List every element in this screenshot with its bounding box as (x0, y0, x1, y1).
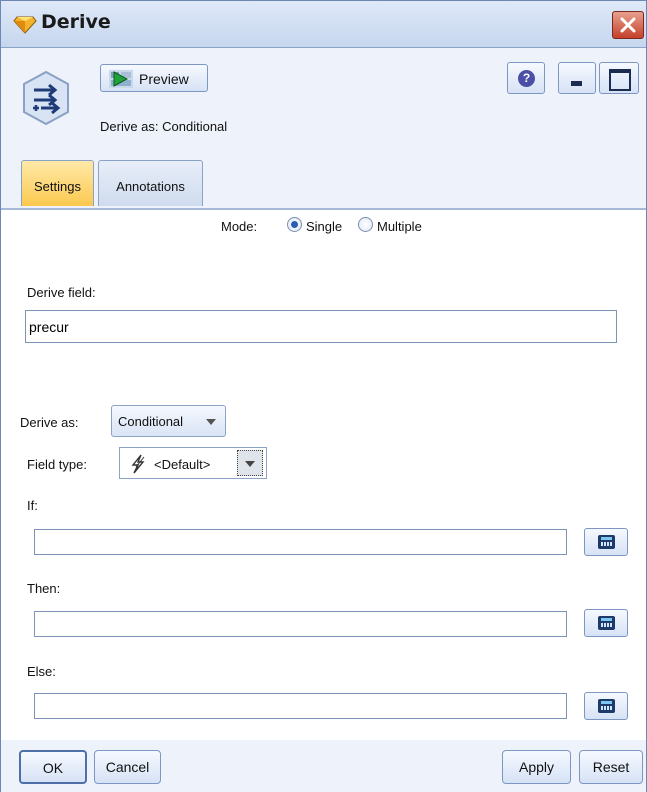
then-input[interactable] (35, 612, 566, 636)
mode-single-radio[interactable] (287, 217, 302, 232)
calculator-icon (598, 699, 615, 713)
button-bar: OK Cancel Apply Reset (1, 740, 646, 792)
title-bar[interactable]: Derive (1, 1, 646, 48)
help-button[interactable]: ? (507, 62, 545, 94)
preview-label: Preview (139, 71, 189, 87)
maximize-icon (609, 69, 631, 91)
ok-label: OK (42, 760, 64, 776)
chevron-down-icon (206, 419, 216, 425)
close-button[interactable] (612, 11, 644, 39)
if-label: If: (27, 498, 38, 513)
derive-node-icon (23, 70, 69, 126)
if-input-wrap (34, 529, 567, 555)
calculator-icon (598, 535, 615, 549)
else-label: Else: (27, 664, 56, 679)
preview-icon (109, 70, 133, 88)
derive-as-dropdown[interactable]: Conditional (111, 405, 226, 437)
derive-field-input[interactable] (26, 311, 616, 342)
minimize-icon (571, 81, 582, 86)
maximize-button[interactable] (599, 62, 639, 94)
then-label: Then: (27, 581, 61, 596)
derive-as-value: Conditional (118, 414, 184, 429)
if-expression-builder-button[interactable] (584, 528, 628, 556)
if-input[interactable] (35, 530, 566, 554)
else-input-wrap (34, 693, 567, 719)
tab-settings[interactable]: Settings (21, 160, 94, 206)
toolbar: Preview Derive as: Conditional ? (1, 48, 646, 151)
derive-as-caption: Derive as: Conditional (100, 119, 228, 134)
window-title: Derive (41, 11, 111, 33)
tab-annotations[interactable]: Annotations (98, 160, 203, 206)
else-input[interactable] (35, 694, 566, 718)
lightning-icon (131, 454, 145, 474)
mode-multiple-radio[interactable] (358, 217, 373, 232)
preview-button[interactable]: Preview (100, 64, 208, 92)
close-icon (620, 17, 636, 33)
cancel-label: Cancel (105, 759, 150, 775)
reset-button[interactable]: Reset (579, 750, 643, 784)
mode-single-label: Single (306, 219, 343, 234)
then-expression-builder-button[interactable] (584, 609, 628, 637)
mode-multiple-label: Multiple (377, 219, 422, 234)
tab-annotations-label: Annotations (116, 179, 185, 194)
derive-dialog: Derive Preview Derive as: Conditional ? … (0, 0, 647, 792)
ok-button[interactable]: OK (19, 750, 87, 784)
cancel-button[interactable]: Cancel (94, 750, 161, 784)
derive-field-label: Derive field: (27, 285, 96, 300)
tab-strip: Settings Annotations (1, 151, 646, 210)
then-input-wrap (34, 611, 567, 637)
derive-as-label: Derive as: (20, 415, 79, 430)
diamond-icon (13, 16, 37, 34)
apply-label: Apply (518, 759, 555, 775)
else-expression-builder-button[interactable] (584, 692, 628, 720)
help-icon: ? (518, 70, 535, 87)
field-type-label: Field type: (27, 457, 87, 472)
derive-field-input-wrap (25, 310, 617, 343)
reset-label: Reset (592, 759, 630, 775)
tab-settings-label: Settings (34, 179, 81, 194)
apply-button[interactable]: Apply (502, 750, 571, 784)
field-type-dropdown-button[interactable] (237, 450, 263, 476)
field-type-dropdown[interactable]: <Default> (119, 447, 267, 479)
mode-label: Mode: (221, 219, 258, 234)
minimize-button[interactable] (558, 62, 596, 94)
calculator-icon (598, 616, 615, 630)
field-type-value: <Default> (154, 457, 211, 472)
settings-panel (1, 210, 646, 740)
